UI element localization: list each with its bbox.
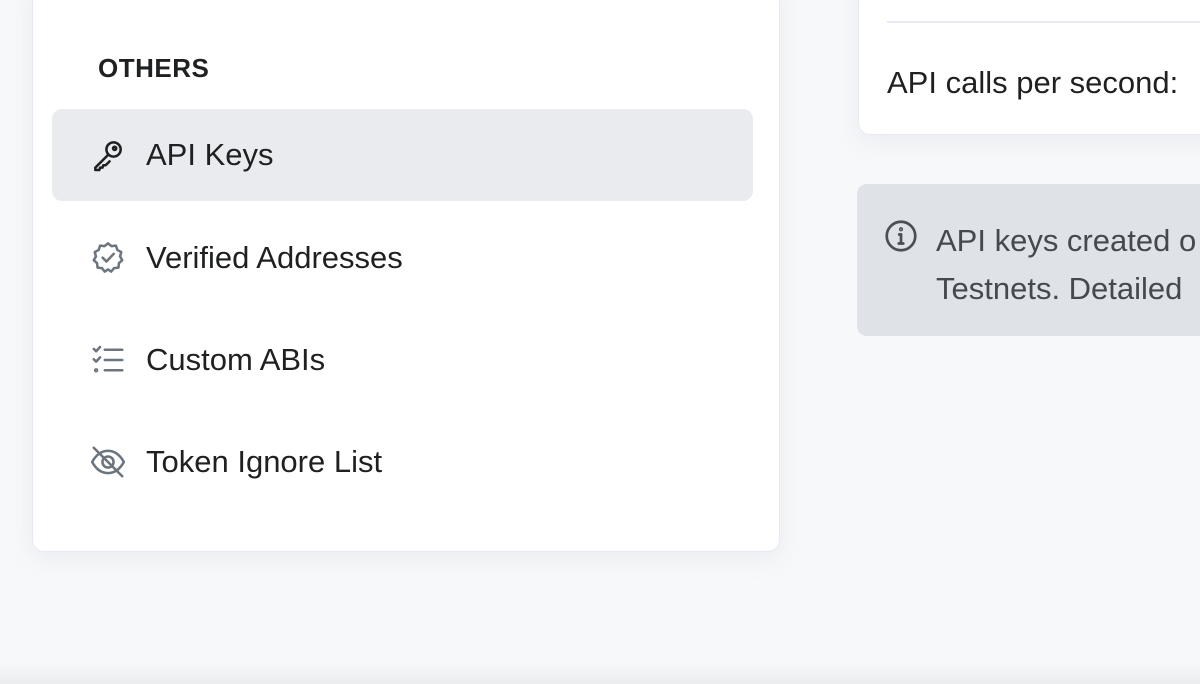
info-alert-text: API keys created o Testnets. Detailed [936, 217, 1200, 313]
api-calls-per-second-label: API calls per second: [887, 65, 1179, 100]
stats-divider [887, 21, 1200, 23]
key-icon [88, 135, 128, 175]
info-alert-line-2: Testnets. Detailed [936, 271, 1183, 306]
section-heading-others: OTHERS [98, 53, 210, 83]
bottom-shade [0, 664, 1200, 684]
sidebar-item-verified-addresses[interactable]: Verified Addresses [52, 212, 753, 304]
info-alert: API keys created o Testnets. Detailed [857, 184, 1200, 336]
checklist-icon [88, 340, 128, 380]
sidebar-item-custom-abis[interactable]: Custom ABIs [52, 314, 753, 406]
info-icon [883, 218, 919, 254]
sidebar-card: OTHERS API Keys Verified Addresses Custo… [32, 0, 780, 552]
sidebar-item-label: API Keys [146, 137, 274, 172]
sidebar-item-label: Custom ABIs [146, 342, 326, 377]
eye-slash-icon [88, 442, 128, 482]
sidebar-item-label: Token Ignore List [146, 444, 383, 479]
sidebar-item-label: Verified Addresses [146, 240, 403, 275]
sidebar-item-token-ignore-list[interactable]: Token Ignore List [52, 416, 753, 508]
sidebar-item-api-keys[interactable]: API Keys [52, 109, 753, 201]
verified-badge-icon [88, 238, 128, 278]
api-stats-card: API calls per second: [858, 0, 1200, 135]
info-alert-line-1: API keys created o [936, 223, 1197, 258]
